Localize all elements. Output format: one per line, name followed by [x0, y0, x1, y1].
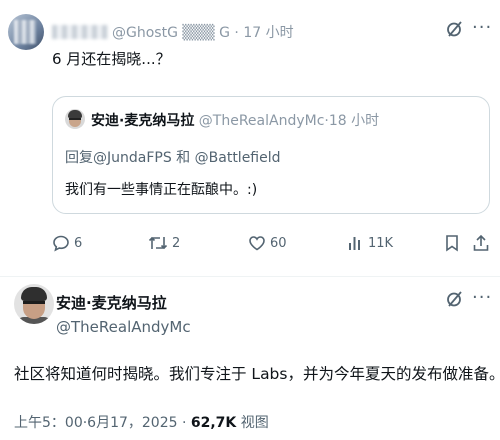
reply-icon: [52, 234, 70, 252]
main-tweet-meta: 上午5：00·6月17，2025 · 62,7K 视图: [14, 412, 269, 432]
quoted-tweet-card[interactable]: 安迪·麦克纳马拉 @TheRealAndyMc·18 小时 回复@JundaFP…: [52, 96, 490, 214]
bookmark-button[interactable]: [444, 234, 460, 252]
retweet-icon: [148, 234, 168, 252]
views-icon: [348, 234, 364, 252]
retweet-button[interactable]: 2: [148, 234, 180, 252]
quoted-reply-to: 回复@JundaFPS 和 @Battlefield: [65, 150, 281, 166]
main-tweet-text: 社区将知道何时揭晓。我们专注于 Labs，并为今年夏天的发布做准备。:): [14, 365, 500, 383]
reply-handle-tail: G: [219, 25, 230, 41]
mention-battlefield[interactable]: @Battlefield: [195, 150, 281, 166]
reply-avatar[interactable]: [8, 14, 44, 50]
quoted-time[interactable]: 18 小时: [329, 113, 379, 129]
grok-icon[interactable]: [446, 20, 464, 42]
quoted-avatar[interactable]: [65, 109, 85, 129]
main-views-label: 视图: [236, 415, 269, 431]
grok-icon[interactable]: [446, 290, 464, 312]
main-name[interactable]: 安迪·麦克纳马拉: [56, 292, 167, 313]
mention-jundafps[interactable]: @JundaFPS: [93, 150, 172, 166]
share-button[interactable]: [472, 234, 490, 252]
main-timestamp[interactable]: 上午5：00·6月17，2025 ·: [14, 415, 191, 431]
divider: [0, 276, 500, 277]
views-count: 11K: [368, 235, 394, 251]
main-handle[interactable]: @TheRealAndyMc: [56, 318, 191, 336]
more-icon[interactable]: ···: [472, 19, 492, 37]
reply-count: 6: [74, 235, 83, 251]
retweet-count: 2: [172, 235, 181, 251]
blurred-display-name: [52, 25, 108, 39]
reply-time[interactable]: 17 小时: [243, 25, 293, 41]
bookmark-icon: [444, 234, 460, 252]
views-button[interactable]: 11K: [348, 234, 393, 252]
quoted-handle[interactable]: @TheRealAndyMc: [199, 113, 325, 129]
main-avatar[interactable]: [14, 284, 54, 324]
like-icon: [248, 234, 266, 252]
quoted-header: 安迪·麦克纳马拉 @TheRealAndyMc·18 小时: [91, 113, 380, 129]
more-icon[interactable]: ···: [472, 289, 492, 307]
quoted-text: 我们有一些事情正在酝酿中。:): [65, 182, 258, 198]
like-button[interactable]: 60: [248, 234, 287, 252]
like-count: 60: [270, 235, 287, 251]
reply-header: @GhostG ▒▒▒ G · 17 小时: [52, 22, 294, 42]
share-icon: [472, 234, 490, 252]
main-views-count: 62,7K: [190, 415, 237, 431]
reply-button[interactable]: 6: [52, 234, 82, 252]
reply-text: 6 月还在揭晓...？: [52, 50, 171, 68]
action-bar: 6 2 60 11K: [52, 234, 490, 258]
quoted-name[interactable]: 安迪·麦克纳马拉: [91, 113, 194, 129]
reply-handle-redacted: ▒▒▒: [177, 25, 220, 41]
reply-handle[interactable]: @GhostG: [112, 25, 178, 41]
